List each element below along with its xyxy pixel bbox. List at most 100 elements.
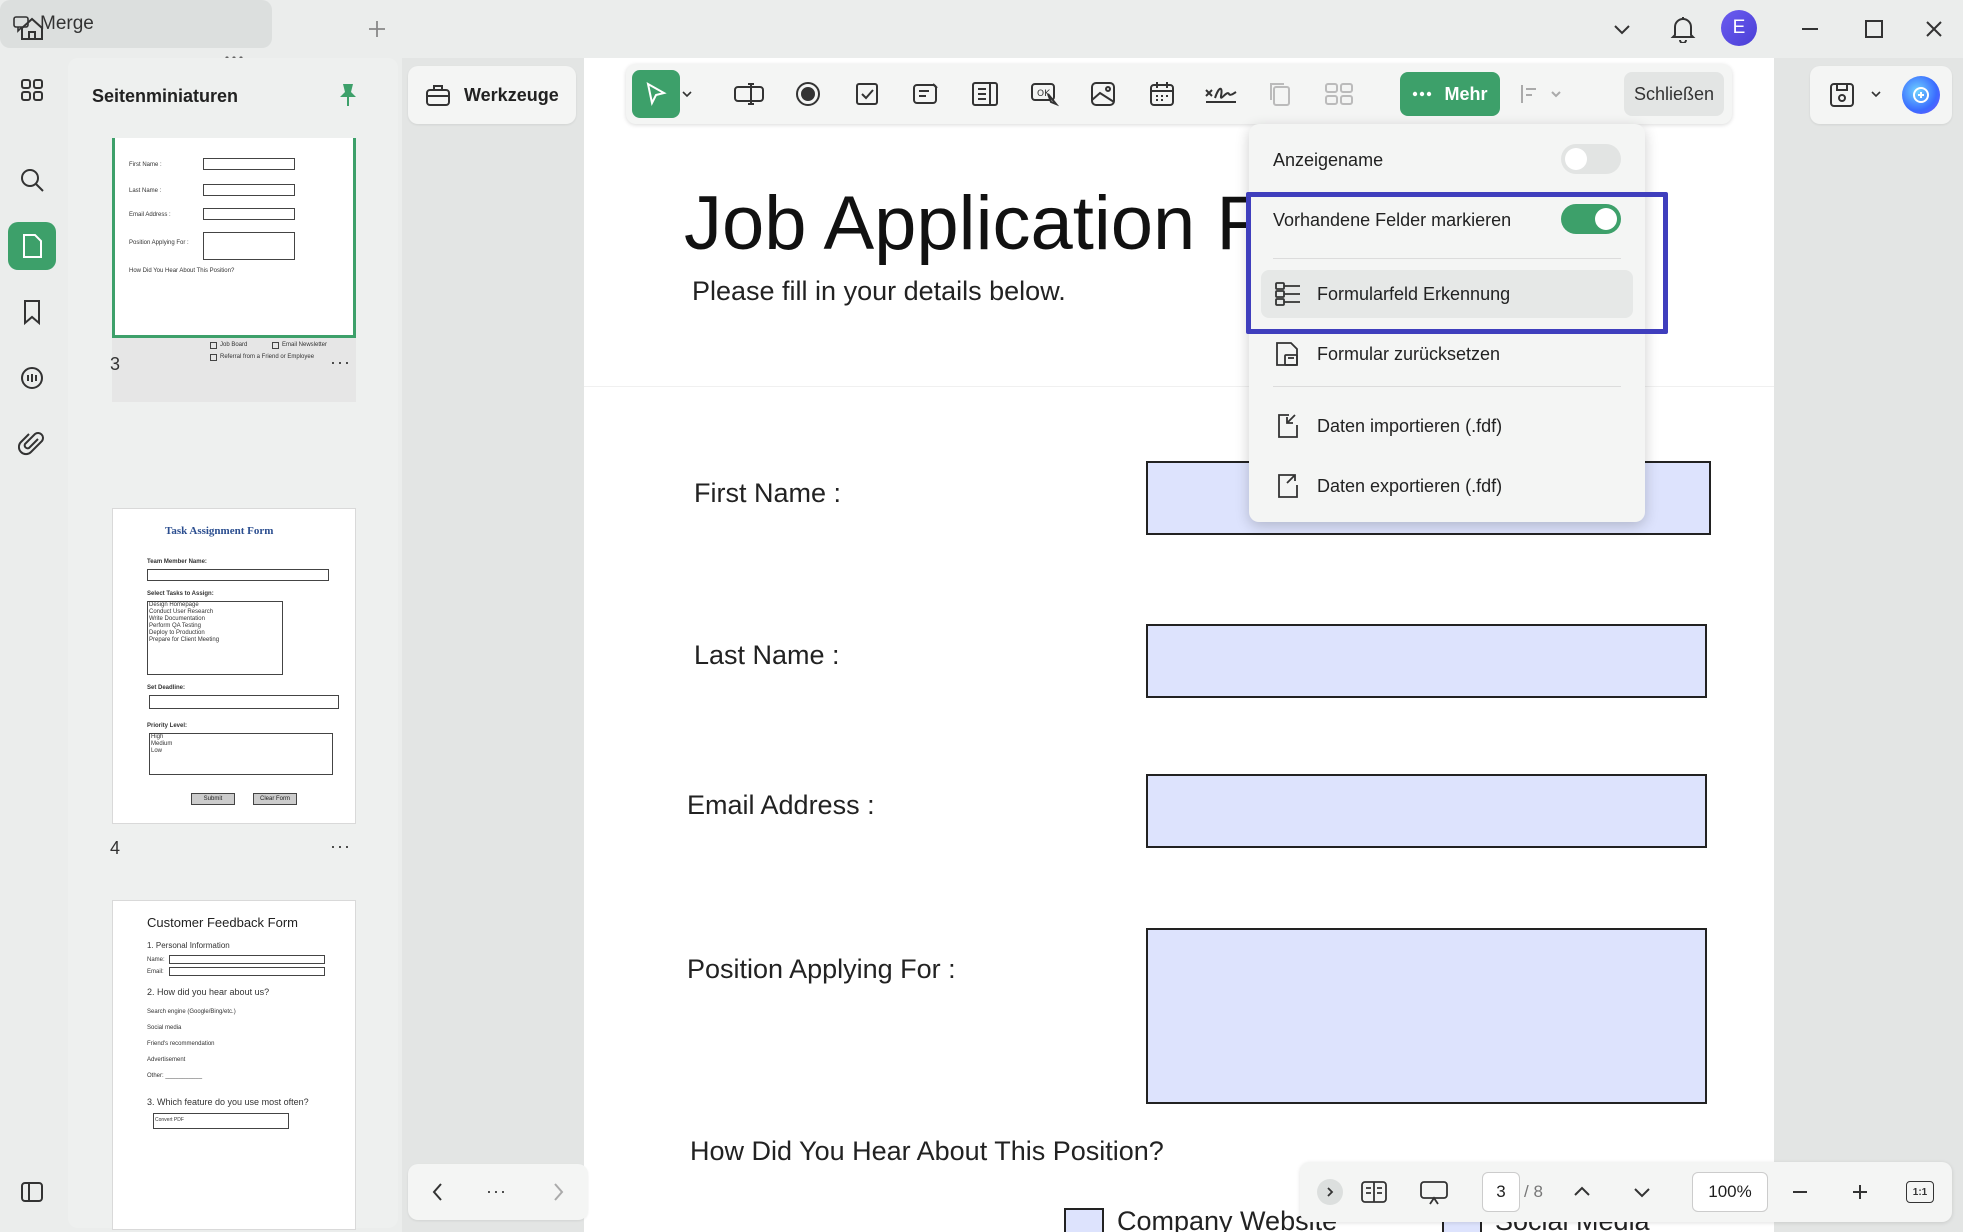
thumb-text: First Name : [129, 162, 162, 168]
status-bar: 3 / 8 100% 1:1 [1300, 1162, 1952, 1222]
thumb-text: 2. How did you hear about us? [147, 987, 270, 997]
position-field[interactable] [1146, 928, 1707, 1104]
thumbnail-panel: Seitenminiaturen First Name : Last Name … [68, 58, 398, 1230]
signature-icon[interactable] [1198, 71, 1244, 117]
thumbnail-page-5[interactable]: Customer Feedback Form 1. Personal Infor… [112, 900, 356, 1230]
thumb-field [149, 695, 339, 709]
daten-importieren-label: Daten importieren (.fdf) [1317, 415, 1503, 436]
maximize-icon[interactable] [1854, 9, 1894, 49]
search-icon[interactable] [8, 156, 56, 204]
schliessen-button[interactable]: Schließen [1624, 72, 1724, 116]
import-icon [1273, 411, 1303, 441]
first-name-label: First Name : [694, 478, 842, 508]
thumb-text: Position Applying For : [129, 240, 189, 246]
company-website-checkbox[interactable] [1064, 1208, 1104, 1232]
chevron-down-icon[interactable] [1870, 88, 1882, 100]
date-field-icon[interactable] [1139, 71, 1185, 117]
thumbnail-page-3[interactable]: First Name : Last Name : Email Address :… [112, 138, 356, 402]
new-tab-icon[interactable] [357, 9, 397, 49]
form-toolbar: OK Mehr Schließen [626, 64, 1732, 124]
page-number: 4 [110, 838, 121, 858]
email-label: Email Address : [687, 790, 875, 820]
document-title: Job Application Fo [684, 181, 1306, 266]
page-total: / 8 [1524, 1182, 1543, 1201]
daten-importieren-item[interactable]: Daten importieren (.fdf) [1261, 402, 1633, 450]
comments-icon[interactable] [8, 354, 56, 402]
thumb-text: Design Homepage [149, 602, 199, 608]
arrange-grid-icon[interactable] [1316, 71, 1362, 117]
grid-icon[interactable] [8, 66, 56, 114]
actual-size-label: 1:1 [1906, 1181, 1934, 1203]
radio-button-icon[interactable] [785, 71, 831, 117]
ai-assistant-icon[interactable] [1902, 76, 1940, 114]
thumb-text: How Did You Hear About This Position? [129, 268, 235, 274]
thumb-field [169, 955, 325, 964]
chevron-down-icon[interactable] [1602, 9, 1642, 49]
thumb-text: Friend's recommendation [147, 1041, 215, 1047]
thumb-text: Email Address : [129, 212, 171, 218]
bookmark-icon[interactable] [8, 288, 56, 336]
thumb-text: Conduct User Research [149, 609, 214, 615]
pages-icon[interactable] [8, 222, 56, 270]
position-label: Position Applying For : [687, 954, 956, 984]
home-icon[interactable] [12, 9, 52, 49]
chevron-down-icon[interactable] [1620, 1170, 1664, 1214]
select-tool[interactable] [632, 70, 680, 118]
collapse-icon[interactable] [1308, 1170, 1352, 1214]
button-icon[interactable]: OK [1021, 71, 1067, 117]
save-icon[interactable] [1828, 80, 1856, 110]
formular-zuruecksetzen-item[interactable]: Formular zurücksetzen [1261, 330, 1633, 378]
text-field-icon[interactable] [726, 71, 772, 117]
thumb-listbox [149, 733, 333, 775]
chevron-up-icon[interactable] [1560, 1170, 1604, 1214]
zoom-out-icon[interactable] [1778, 1170, 1822, 1214]
pin-icon[interactable] [336, 82, 360, 108]
minimize-icon[interactable] [1790, 9, 1830, 49]
anzeigename-toggle[interactable] [1561, 144, 1621, 174]
daten-exportieren-item[interactable]: Daten exportieren (.fdf) [1261, 462, 1633, 510]
thumb-text: Job Board [220, 342, 248, 348]
zoom-level[interactable]: 100% [1692, 1172, 1768, 1212]
avatar[interactable]: E [1721, 10, 1757, 46]
image-field-icon[interactable] [1080, 71, 1126, 117]
chevron-down-icon[interactable] [676, 71, 698, 117]
thumb-text: Select Tasks to Assign: [147, 591, 214, 597]
thumb-text: Task Assignment Form [165, 525, 274, 537]
actual-size-button[interactable]: 1:1 [1898, 1170, 1942, 1214]
page-number: 3 [110, 354, 121, 374]
close-icon[interactable] [1914, 9, 1954, 49]
list-box-icon[interactable] [962, 71, 1008, 117]
thumb-text: Low [151, 748, 163, 754]
thumb-text: Perform QA Testing [149, 623, 201, 629]
thumb-field [203, 158, 295, 170]
thumbnail-page-4[interactable]: Task Assignment Form Team Member Name: S… [112, 508, 356, 824]
email-field[interactable] [1146, 774, 1707, 848]
panel-toggle-icon[interactable] [8, 1168, 56, 1216]
checkbox-icon[interactable] [844, 71, 890, 117]
last-name-field[interactable] [1146, 624, 1707, 698]
werkzeuge-button[interactable]: Werkzeuge [408, 66, 576, 124]
zoom-in-icon[interactable] [1838, 1170, 1882, 1214]
align-icon[interactable] [1512, 71, 1568, 117]
combo-box-icon[interactable] [903, 71, 949, 117]
chevron-left-icon[interactable] [426, 1178, 450, 1206]
duplicate-icon[interactable] [1257, 71, 1303, 117]
more-pages-button[interactable]: ··· [486, 1181, 507, 1202]
left-rail [0, 58, 66, 1232]
chevron-right-icon[interactable] [546, 1178, 570, 1206]
daten-exportieren-label: Daten exportieren (.fdf) [1317, 475, 1503, 496]
thumb-text: Convert PDF [155, 1117, 184, 1123]
page-number-input[interactable]: 3 [1482, 1172, 1520, 1212]
attachment-icon[interactable] [8, 420, 56, 468]
how-heard-label: How Did You Hear About This Position? [690, 1136, 1164, 1166]
reading-mode-icon[interactable] [1352, 1170, 1396, 1214]
page-more-button[interactable]: ··· [330, 352, 351, 373]
page-more-button[interactable]: ··· [330, 836, 351, 857]
presentation-icon[interactable] [1412, 1170, 1456, 1214]
export-icon [1273, 471, 1303, 501]
more-dots-icon [1412, 91, 1432, 97]
mehr-button[interactable]: Mehr [1400, 72, 1500, 116]
thumb-checkbox [210, 342, 217, 349]
thumb-text: Prepare for Client Meeting [149, 637, 220, 643]
bell-icon[interactable] [1663, 9, 1703, 49]
